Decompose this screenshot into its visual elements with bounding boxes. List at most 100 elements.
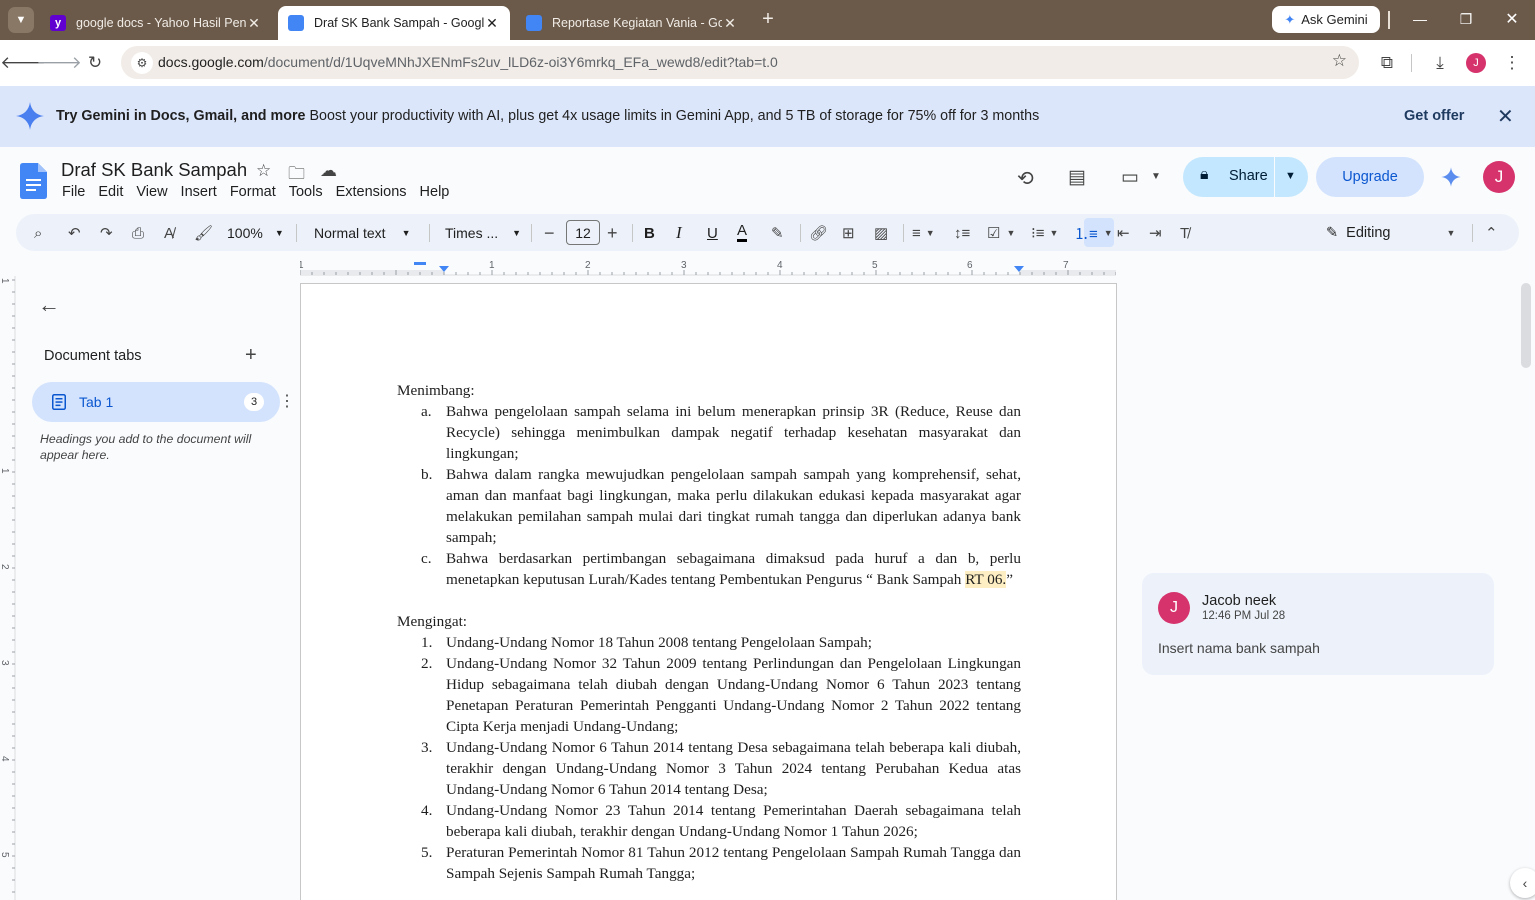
profile-avatar[interactable]: J (1466, 53, 1486, 73)
menu-file[interactable]: File (62, 184, 85, 200)
share-button[interactable]: 🔒︎ Share ▼ (1183, 157, 1308, 197)
comment-avatar: J (1158, 592, 1190, 624)
menu-tools[interactable]: Tools (289, 184, 323, 200)
vertical-ruler[interactable]: 1 1 2 3 4 5 (0, 276, 16, 900)
gemini-sparkle-icon[interactable] (1440, 166, 1462, 188)
font-family-select[interactable]: Times ... ▼ (445, 222, 521, 244)
vertical-scrollbar-thumb[interactable] (1521, 283, 1531, 368)
document-tab-1[interactable]: Tab 1 3 ⋮ (32, 382, 295, 422)
close-window-button[interactable]: ✕ (1492, 6, 1532, 32)
comments-icon[interactable]: ▤ (1068, 166, 1086, 189)
upgrade-button[interactable]: Upgrade (1316, 157, 1424, 197)
document-body[interactable]: Menimbang: a. Bahwa pengelolaan sampah s… (397, 380, 1021, 884)
new-tab-button[interactable]: + (757, 8, 779, 30)
highlight-color-icon[interactable]: ✎ (771, 222, 784, 244)
browser-tab-reportase[interactable]: Reportase Kegiatan Vania - Goo ✕ (516, 6, 748, 40)
underline-icon[interactable]: U (707, 222, 718, 244)
add-tab-icon[interactable]: + (245, 344, 257, 367)
ruler-label: 3 (681, 260, 687, 271)
align-icon[interactable]: ≡ ▼ (912, 222, 935, 244)
print-icon[interactable]: ⎙ (132, 222, 144, 244)
bookmark-star-icon[interactable]: ☆ (1332, 51, 1347, 71)
close-tab-icon[interactable]: ✕ (722, 15, 738, 32)
extensions-icon[interactable]: ⧉ (1373, 49, 1401, 77)
commented-highlight[interactable]: RT 06. (965, 571, 1007, 588)
get-offer-button[interactable]: Get offer (1404, 108, 1464, 124)
document-title[interactable]: Draf SK Bank Sampah (61, 159, 247, 181)
add-comment-icon[interactable]: ⊞ (842, 222, 855, 244)
insert-image-icon[interactable]: ▨ (874, 222, 888, 244)
tab-search-button[interactable]: ▼ (8, 7, 34, 33)
browser-tab-draf-sk[interactable]: Draf SK Bank Sampah - Google ✕ (278, 6, 510, 40)
increase-indent-icon[interactable]: ⇥ (1149, 222, 1162, 244)
decrease-font-size-icon[interactable]: − (544, 222, 555, 244)
user-avatar[interactable]: J (1483, 161, 1515, 193)
menu-insert[interactable]: Insert (181, 184, 217, 200)
first-line-indent-marker[interactable] (414, 262, 426, 265)
download-icon[interactable]: ⤓ (1426, 49, 1454, 77)
menu-extensions[interactable]: Extensions (336, 184, 407, 200)
checklist-icon[interactable]: ☑ ▼ (987, 222, 1015, 244)
reload-button[interactable]: ↻ (81, 49, 109, 77)
site-info-icon[interactable]: ⚙ (131, 52, 153, 74)
restore-button[interactable]: ❐ (1446, 6, 1486, 32)
paragraph-style-select[interactable]: Normal text ▼ (314, 222, 411, 244)
version-history-icon[interactable]: ⟲ (1017, 166, 1034, 191)
line-spacing-icon[interactable]: ↕≡ (954, 222, 970, 244)
close-banner-icon[interactable]: ✕ (1497, 104, 1514, 129)
banner-message: Try Gemini in Docs, Gmail, and more Boos… (56, 108, 1039, 124)
google-docs-logo[interactable] (20, 163, 47, 199)
close-tab-icon[interactable]: ✕ (484, 15, 500, 32)
menu-format[interactable]: Format (230, 184, 276, 200)
star-icon[interactable]: ☆ (256, 161, 271, 181)
undo-icon[interactable]: ↶ (68, 222, 81, 244)
decrease-indent-icon[interactable]: ⇤ (1117, 222, 1130, 244)
bold-icon[interactable]: B (644, 222, 655, 244)
list-item: a. Bahwa pengelolaan sampah selama ini b… (397, 401, 1021, 464)
menu-view[interactable]: View (136, 184, 167, 200)
horizontal-ruler[interactable]: 1 1 2 3 4 5 6 7 (300, 258, 1116, 276)
paint-format-icon[interactable]: 🖌︎ (194, 222, 213, 244)
ruler-label: 4 (0, 756, 10, 762)
redo-icon[interactable]: ↷ (100, 222, 113, 244)
share-dropdown-icon[interactable]: ▼ (1285, 170, 1296, 182)
more-options-icon[interactable]: ⋮ (279, 391, 295, 411)
comment-card[interactable]: J Jacob neek 12:46 PM Jul 28 Insert nama… (1142, 573, 1494, 675)
browser-tab-yahoo[interactable]: y google docs - Yahoo Hasil Penc ✕ (40, 6, 272, 40)
back-button[interactable]: 🡐 (0, 49, 46, 77)
meet-video-icon[interactable]: ▭ (1121, 166, 1139, 189)
chevron-down-icon[interactable]: ▼ (1151, 171, 1161, 182)
document-page[interactable]: Menimbang: a. Bahwa pengelolaan sampah s… (300, 283, 1117, 900)
bulleted-list-icon[interactable]: ⁝≡ ▼ (1031, 222, 1058, 244)
clear-formatting-icon[interactable]: T̸ (1180, 222, 1189, 244)
menu-edit[interactable]: Edit (98, 184, 123, 200)
font-size-input[interactable]: 12 (566, 220, 600, 245)
menu-help[interactable]: Help (420, 184, 450, 200)
divider (903, 224, 904, 242)
insert-link-icon[interactable]: 🔗︎ (809, 222, 828, 244)
ask-gemini-button[interactable]: ✦ Ask Gemini (1272, 6, 1380, 33)
url-text[interactable]: docs.google.com/document/d/1UqveMNhJXENm… (158, 54, 778, 70)
list-marker: 3. (421, 739, 433, 756)
close-tab-icon[interactable]: ✕ (246, 15, 262, 32)
minimize-button[interactable]: — (1400, 6, 1440, 32)
show-side-panel-chevron-icon[interactable]: ‹ (1510, 868, 1535, 898)
hide-menus-icon[interactable]: ⌃ (1485, 222, 1498, 244)
forward-button[interactable]: 🡒 (36, 49, 82, 77)
section-heading-mengingat: Mengingat: (397, 613, 468, 630)
italic-icon[interactable]: I (676, 222, 682, 244)
ruler-label: 2 (0, 564, 10, 570)
ruler-label: 1 (0, 468, 10, 474)
numbered-list-icon[interactable]: ⒈≡ ▼ (1074, 222, 1113, 244)
search-menus-icon[interactable]: ⌕ (34, 222, 42, 244)
close-outline-arrow-icon[interactable]: ← (38, 292, 60, 318)
address-bar[interactable]: ⚙ docs.google.com/document/d/1UqveMNhJXE… (121, 46, 1359, 79)
cloud-saved-icon[interactable]: ☁ (320, 161, 337, 181)
document-tab-label: Tab 1 (79, 394, 114, 410)
zoom-select[interactable]: 100% ▼ (227, 222, 284, 244)
spellcheck-icon[interactable]: A̸ (164, 222, 174, 244)
editing-mode-select[interactable]: ✎ Editing ▼ (1326, 222, 1455, 244)
increase-font-size-icon[interactable]: + (607, 222, 618, 244)
browser-menu-icon[interactable]: ⋮ (1498, 49, 1526, 77)
text-color-icon[interactable]: A (737, 222, 748, 242)
